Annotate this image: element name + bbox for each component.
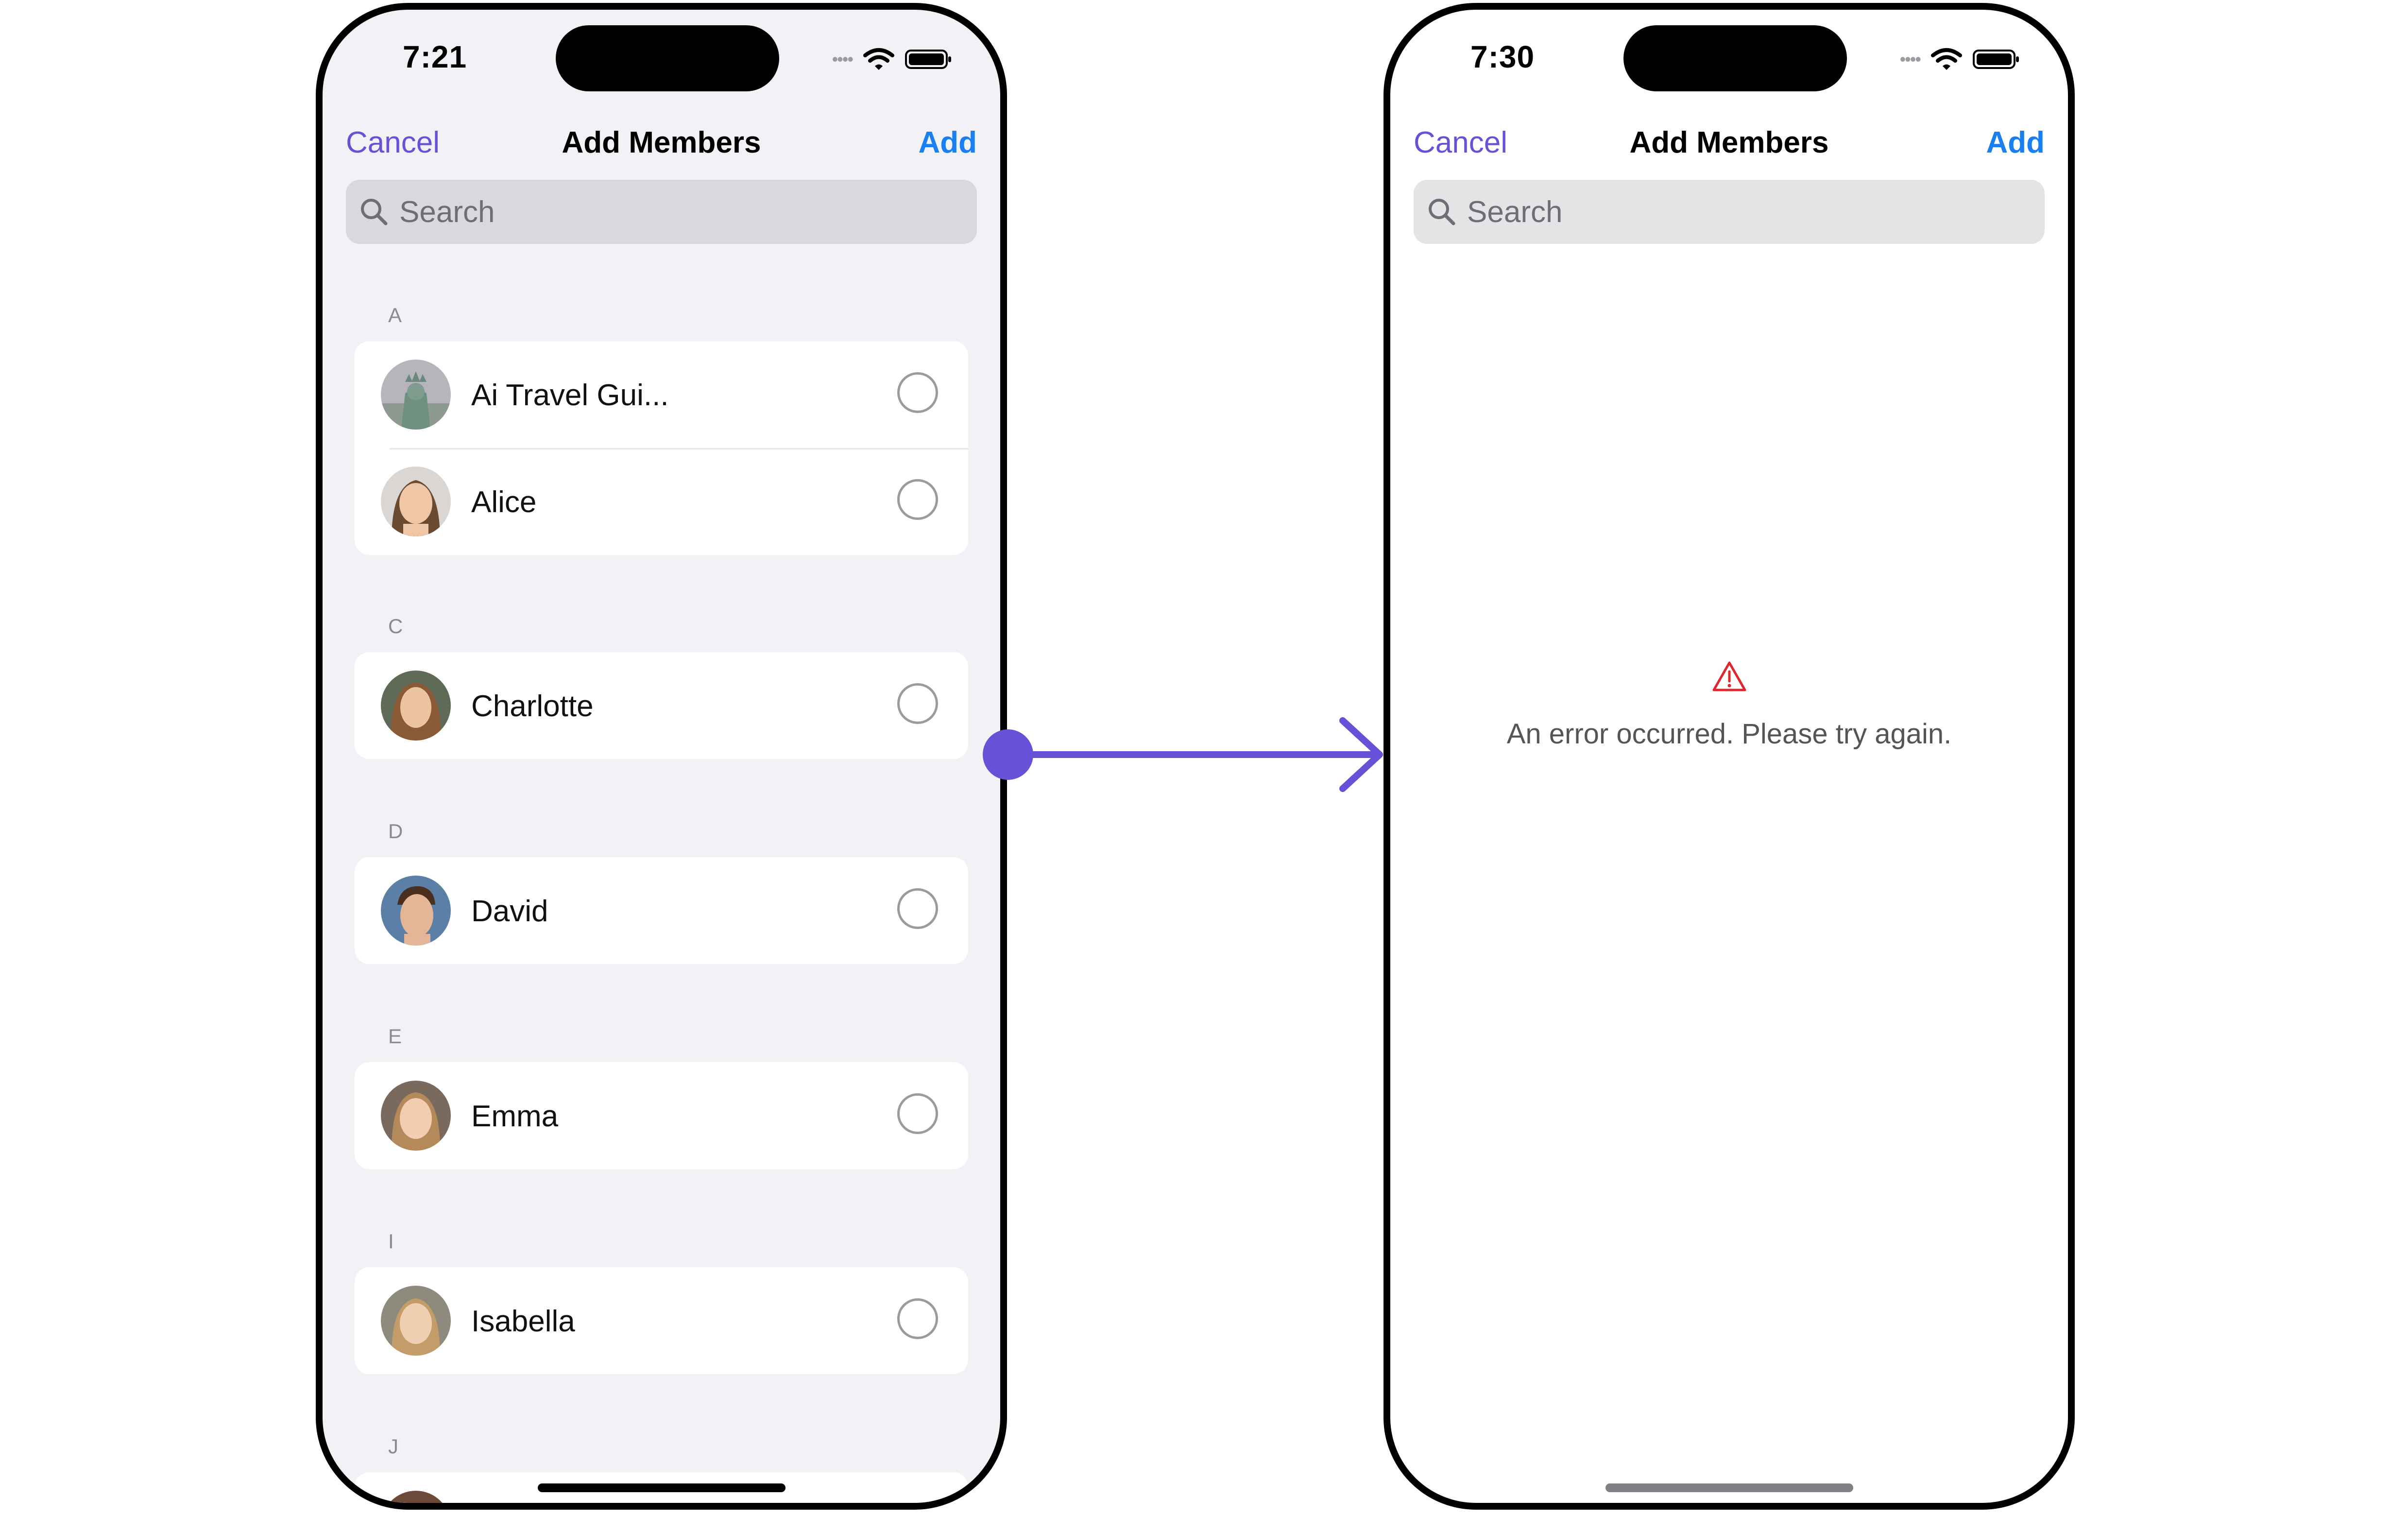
nav-bar: Cancel Add Members Add — [1390, 117, 2068, 175]
search-icon — [1429, 199, 1455, 225]
page-title: Add Members — [1629, 126, 1829, 159]
status-icons: •••• — [1900, 48, 2019, 71]
status-time: 7:30 — [1470, 39, 1535, 74]
phone-right: 7:30 •••• Cancel Add Members Add Search — [1383, 3, 2075, 1510]
signal-dots-icon: •••• — [1899, 49, 1921, 69]
dynamic-island — [1623, 25, 1847, 91]
warning-icon — [1712, 661, 1746, 691]
search-input[interactable]: Search — [1414, 180, 2045, 244]
battery-icon — [1973, 50, 2019, 69]
wifi-icon — [1931, 48, 1962, 70]
add-button[interactable]: Add — [1986, 125, 2045, 160]
error-message: An error occurred. Please try again. — [1506, 718, 1952, 750]
home-indicator — [1605, 1483, 1853, 1492]
error-state: An error occurred. Please try again. — [1390, 661, 2068, 750]
search-placeholder: Search — [1467, 195, 1563, 229]
